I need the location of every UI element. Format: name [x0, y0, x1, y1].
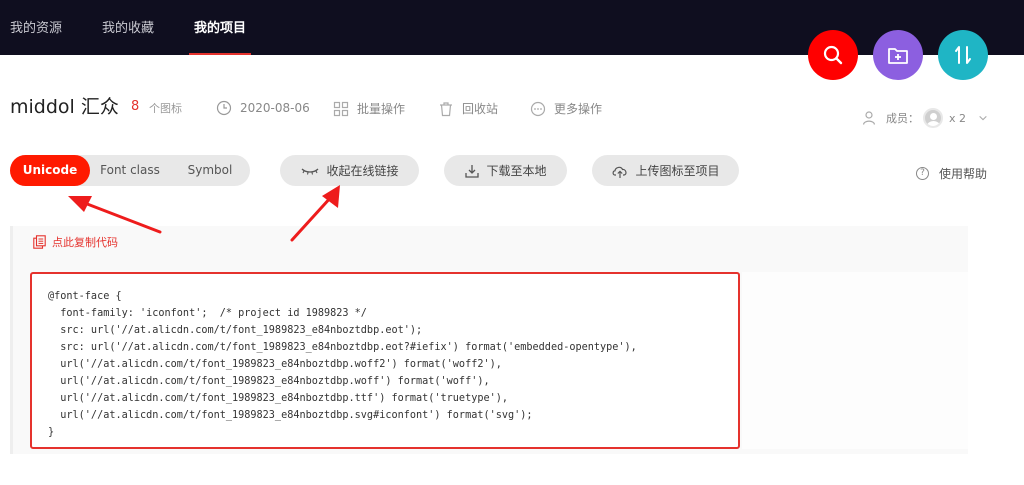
- project-date-text: 2020-08-06: [240, 101, 310, 115]
- copy-code-label: 点此复制代码: [52, 236, 118, 249]
- download-label: 下载至本地: [486, 164, 547, 178]
- top-nav: 我的资源 我的收藏 我的项目: [0, 0, 1024, 55]
- nav-tab-my-favorites[interactable]: 我的收藏: [102, 0, 154, 55]
- search-button[interactable]: [808, 30, 858, 80]
- sort-icon: [955, 46, 971, 64]
- trash-icon: [440, 101, 452, 116]
- nav-tab-my-resources[interactable]: 我的资源: [10, 0, 62, 55]
- folder-add-icon: [888, 48, 908, 64]
- collapse-online-link-button[interactable]: 收起在线链接: [280, 155, 419, 186]
- copy-code-link[interactable]: 点此复制代码: [33, 234, 118, 250]
- batch-operation-label: 批量操作: [357, 102, 406, 116]
- user-icon: [862, 111, 876, 125]
- recycle-bin-button[interactable]: 回收站: [438, 100, 498, 117]
- cloud-upload-icon: [613, 166, 628, 178]
- upload-icons-label: 上传图标至项目: [635, 164, 720, 178]
- icon-count-label: 个图标: [149, 102, 182, 115]
- download-icon: [465, 164, 480, 178]
- tab-symbol[interactable]: Symbol: [170, 155, 250, 186]
- add-folder-button[interactable]: [873, 30, 923, 80]
- collapse-online-link-label: 收起在线链接: [326, 164, 399, 178]
- font-face-code: @font-face { font-family: 'iconfont'; /*…: [48, 291, 637, 438]
- search-icon: [823, 45, 843, 65]
- project-title: middol 汇众: [10, 96, 119, 118]
- members[interactable]: 成员： x 2: [862, 108, 988, 128]
- code-area-background: [742, 272, 968, 449]
- tab-font-class[interactable]: Font class: [90, 155, 170, 186]
- chevron-down-icon: [979, 115, 987, 121]
- more-operations-label: 更多操作: [554, 102, 603, 116]
- recycle-bin-label: 回收站: [462, 102, 499, 116]
- project-date: 2020-08-06: [216, 100, 310, 116]
- sort-button[interactable]: [938, 30, 988, 80]
- upload-icons-button[interactable]: 上传图标至项目: [592, 155, 739, 186]
- grid-icon: [333, 101, 349, 116]
- help-link[interactable]: ? 使用帮助: [916, 165, 987, 182]
- avatar: [923, 108, 943, 128]
- font-face-code-block[interactable]: @font-face { font-family: 'iconfont'; /*…: [30, 272, 740, 449]
- help-icon: ?: [916, 167, 929, 180]
- members-label: 成员：: [886, 112, 919, 125]
- more-icon: [530, 101, 546, 116]
- help-label: 使用帮助: [939, 167, 988, 181]
- copy-icon: [33, 235, 46, 249]
- batch-operation-button[interactable]: 批量操作: [333, 100, 405, 117]
- download-button[interactable]: 下载至本地: [444, 155, 567, 186]
- icon-count: 8: [131, 99, 140, 114]
- nav-tab-my-projects[interactable]: 我的项目: [188, 0, 252, 55]
- eye-closed-icon: [302, 168, 319, 175]
- tab-unicode[interactable]: Unicode: [10, 155, 90, 186]
- clock-icon: [216, 100, 232, 116]
- members-count: x 2: [949, 111, 967, 125]
- format-tabs: Unicode Font class Symbol: [10, 155, 250, 186]
- more-operations-button[interactable]: 更多操作: [530, 100, 602, 117]
